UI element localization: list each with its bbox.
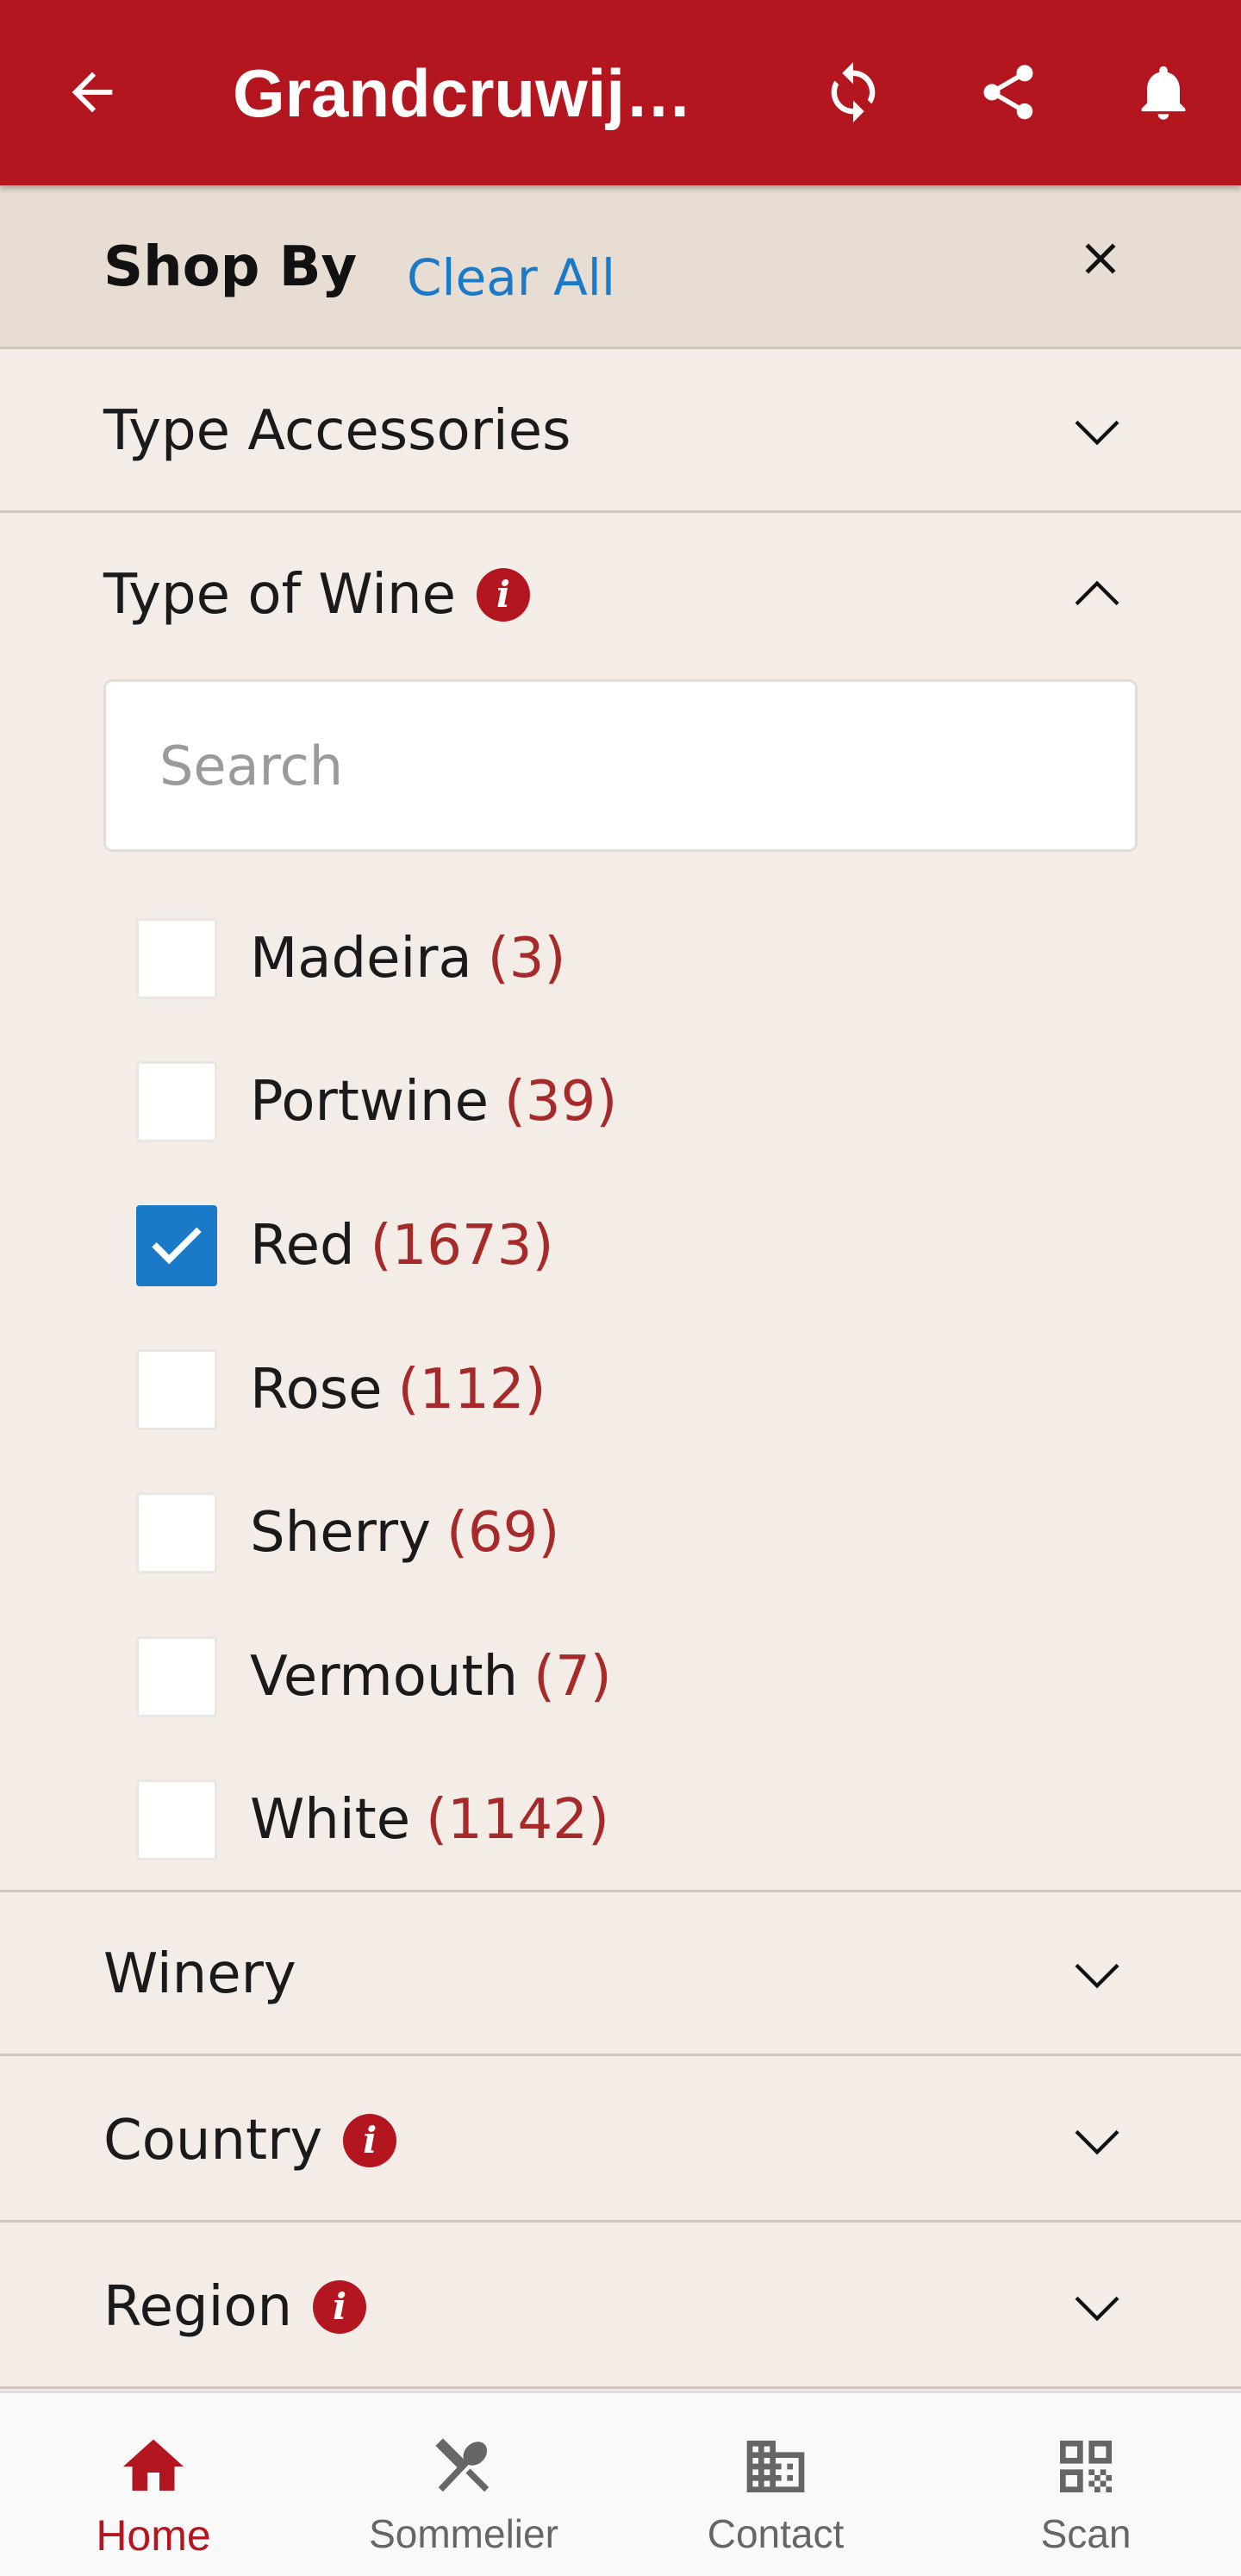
checkbox[interactable] [136, 1061, 217, 1142]
wine-option-portwine[interactable]: Portwine (39) [136, 1059, 1084, 1145]
option-count: (1142) [426, 1788, 609, 1852]
option-count: (1673) [370, 1214, 554, 1278]
option-label: Portwine [250, 1070, 489, 1134]
option-count: (3) [487, 927, 566, 991]
wine-option-white[interactable]: White (1142) [136, 1777, 1084, 1863]
check-icon [152, 1227, 202, 1265]
chevron-down-icon[interactable] [1058, 2268, 1136, 2346]
clear-all-link[interactable]: Clear All [407, 239, 615, 316]
checkbox[interactable] [136, 918, 217, 999]
search-field [103, 679, 1138, 852]
option-label: Sherry [250, 1501, 431, 1565]
info-icon[interactable]: i [343, 2114, 397, 2167]
nav-scan[interactable]: Scan [957, 2393, 1215, 2576]
option-count: (7) [533, 1645, 612, 1709]
nav-contact[interactable]: Contact [646, 2393, 905, 2576]
building-icon [737, 2428, 814, 2505]
back-arrow-icon[interactable] [53, 53, 131, 131]
nav-sommelier[interactable]: Sommelier [334, 2393, 593, 2576]
filter-region[interactable]: Region i [0, 2225, 1241, 2389]
checkbox[interactable] [136, 1636, 217, 1717]
filter-label-region: Region i [103, 2268, 367, 2346]
nav-label: Home [96, 2511, 211, 2560]
bottom-nav: Home Sommelier Contact Scan [0, 2391, 1241, 2576]
option-count: (112) [397, 1358, 546, 1422]
filter-type-of-wine: Type of Wine i Madeira (3) Portwine (39)… [0, 517, 1241, 1892]
option-label: Red [250, 1214, 355, 1278]
app-title: Grandcruwijnen [233, 55, 698, 131]
nav-home[interactable]: Home [24, 2393, 283, 2576]
sommelier-icon [425, 2428, 502, 2505]
wine-option-vermouth[interactable]: Vermouth (7) [136, 1634, 1084, 1720]
checkbox-checked[interactable] [136, 1205, 217, 1286]
filter-label: Type of Wine [103, 563, 456, 627]
filter-label: Region [103, 2275, 293, 2339]
chevron-down-icon[interactable] [1058, 1935, 1136, 2013]
filter-label: Type Accessories [103, 399, 571, 463]
checkbox[interactable] [136, 1492, 217, 1573]
nav-label: Sommelier [369, 2511, 558, 2556]
option-label: Vermouth [250, 1645, 519, 1709]
wine-option-rose[interactable]: Rose (112) [136, 1347, 1084, 1433]
option-label: Madeira [250, 927, 472, 991]
app-bar: Grandcruwijnen [0, 0, 1241, 185]
nav-label: Contact [707, 2511, 845, 2556]
wine-option-sherry[interactable]: Sherry (69) [136, 1490, 1084, 1576]
qr-code-icon [1047, 2428, 1125, 2505]
filter-country[interactable]: Country i [0, 2059, 1241, 2223]
chevron-up-icon[interactable] [1058, 556, 1136, 634]
filter-label-country: Country i [103, 2102, 397, 2179]
option-label: White [250, 1788, 411, 1852]
option-label: Rose [250, 1358, 383, 1422]
search-input[interactable] [106, 682, 1135, 849]
checkbox[interactable] [136, 1779, 217, 1860]
filter-type-accessories[interactable]: Type Accessories [0, 349, 1241, 513]
filter-label: Country [103, 2109, 323, 2173]
info-icon[interactable]: i [313, 2280, 367, 2334]
chevron-down-icon[interactable] [1058, 392, 1136, 470]
option-count: (39) [503, 1070, 618, 1134]
refresh-icon[interactable] [814, 53, 892, 131]
wine-option-madeira[interactable]: Madeira (3) [136, 916, 1084, 1002]
checkbox[interactable] [136, 1349, 217, 1430]
info-icon[interactable]: i [476, 568, 530, 622]
bell-icon[interactable] [1125, 53, 1202, 131]
option-count: (69) [446, 1501, 560, 1565]
nav-label: Scan [1040, 2511, 1132, 2556]
filter-winery[interactable]: Winery [0, 1892, 1241, 2056]
shop-by-label: Shop By [103, 235, 358, 299]
home-icon [115, 2428, 192, 2505]
close-icon[interactable] [1062, 220, 1139, 297]
filter-label: Winery [103, 1942, 296, 2006]
share-icon[interactable] [970, 53, 1047, 131]
shop-by-header: Shop By Clear All [0, 185, 1241, 349]
filter-label-type-of-wine[interactable]: Type of Wine i [103, 556, 530, 634]
wine-option-red[interactable]: Red (1673) [136, 1203, 1084, 1289]
chevron-down-icon[interactable] [1058, 2102, 1136, 2179]
